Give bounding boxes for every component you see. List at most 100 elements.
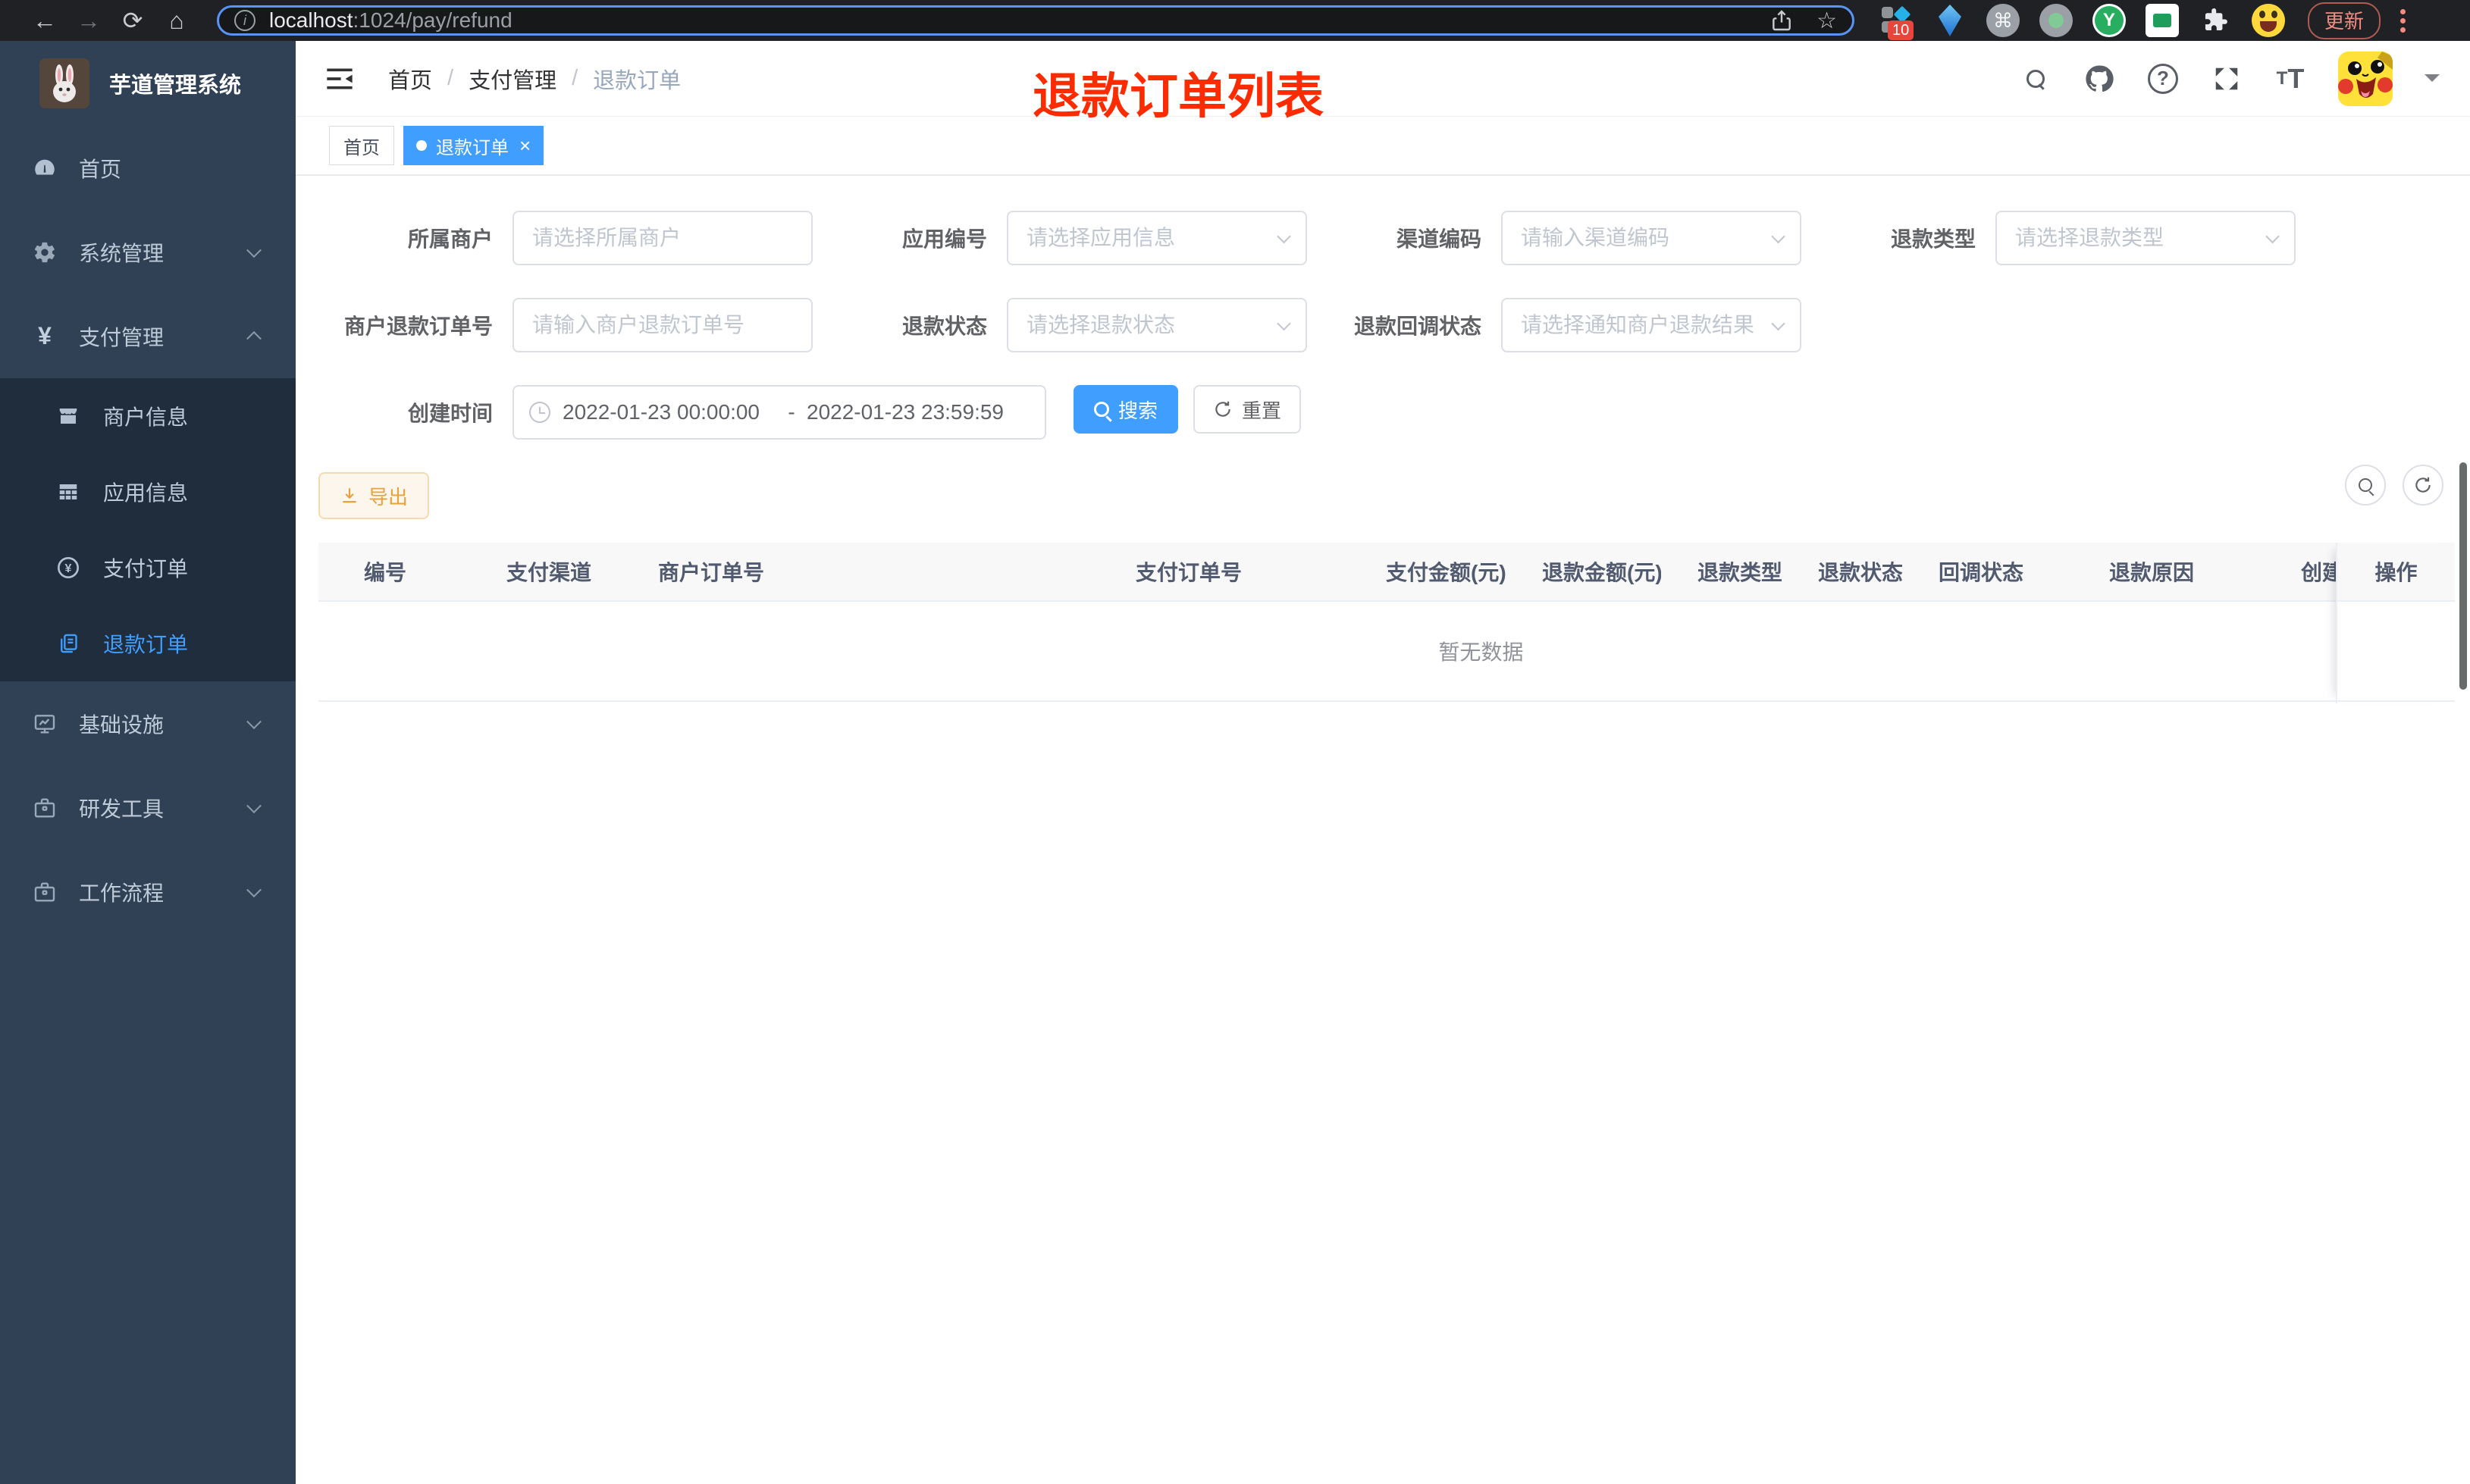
extension-pinned-icon[interactable]: 10 [1880, 4, 1914, 40]
sidebar-item-label: 首页 [79, 157, 122, 181]
col-header-refund-amount: 退款金额(元) [1542, 561, 1661, 584]
active-dot-icon [416, 140, 427, 151]
col-header-pay-order-no: 支付订单号 [1136, 561, 1243, 584]
browser-chrome: ← → ⟳ ⌂ i localhost:1024/pay/refund ☆ 10… [0, 0, 2470, 41]
extension-chat-icon[interactable] [2146, 4, 2179, 37]
filter-label-refund-type: 退款类型 [1890, 227, 1976, 251]
search-icon [1094, 402, 1109, 417]
tab-label: 退款订单 [436, 137, 509, 158]
filter-label-refund-status: 退款状态 [901, 315, 987, 338]
col-header-refund-reason: 退款原因 [2109, 561, 2195, 584]
extension-recorder-icon[interactable] [2039, 4, 2073, 37]
browser-forward-button[interactable]: → [67, 7, 111, 35]
refund-status-select [1007, 298, 1307, 352]
bookmark-star-icon[interactable]: ☆ [1816, 8, 1837, 34]
filter-label-channel: 渠道编码 [1396, 227, 1481, 251]
sidebar-item-label: 研发工具 [79, 797, 165, 821]
app-logo-link[interactable]: 芋道管理系统 [0, 41, 296, 126]
merchant-refund-no-field[interactable] [514, 299, 811, 351]
sidebar-item-label: 商户信息 [103, 405, 189, 429]
sidebar-item-pay[interactable]: ¥ 支付管理 [0, 294, 296, 378]
sidebar-item-dev-tools[interactable]: 研发工具 [0, 765, 296, 850]
sidebar-item-app-info[interactable]: 应用信息 [0, 454, 296, 530]
sidebar: 芋道管理系统 首页 系统管理 ¥ 支付管理 商户信息 应用信息 ¥ 支付订单 退… [0, 41, 296, 1484]
briefcase-icon [32, 879, 58, 905]
sidebar-item-merchant-info[interactable]: 商户信息 [0, 378, 296, 454]
app-title: 芋道管理系统 [109, 74, 242, 98]
merchant-refund-no-input [512, 298, 813, 352]
sidebar-item-system[interactable]: 系统管理 [0, 210, 296, 294]
address-bar[interactable]: i localhost:1024/pay/refund ☆ [217, 5, 1854, 36]
page-scrollbar[interactable] [2459, 462, 2467, 690]
date-separator: - [788, 400, 795, 424]
font-size-icon[interactable]: TT [2274, 63, 2306, 95]
empty-text: 暂无数据 [1438, 640, 1524, 664]
app-select [1007, 211, 1307, 265]
col-header-notify-status: 回调状态 [1939, 561, 2024, 584]
document-icon [56, 631, 80, 656]
sidebar-item-pay-order[interactable]: ¥ 支付订单 [0, 530, 296, 606]
site-info-icon[interactable]: i [234, 10, 255, 31]
tab-refund-order[interactable]: 退款订单 × [403, 126, 544, 165]
tab-home[interactable]: 首页 [329, 126, 394, 165]
sidebar-item-refund-order[interactable]: 退款订单 [0, 606, 296, 681]
sidebar-item-workflow[interactable]: 工作流程 [0, 850, 296, 934]
col-header-refund-status: 退款状态 [1818, 561, 1902, 584]
table-scroll-area[interactable]: 编号 支付渠道 商户订单号 支付订单号 支付金额(元) 退款金额(元) 退款类型… [318, 543, 2336, 702]
refresh-table-button[interactable] [2403, 465, 2443, 506]
app-select-field[interactable] [1008, 212, 1306, 264]
refund-type-select [1995, 211, 2296, 265]
close-icon[interactable]: × [519, 136, 531, 155]
notify-status-select-field[interactable] [1503, 299, 1800, 351]
fullscreen-icon[interactable] [2211, 63, 2243, 95]
show-search-button[interactable] [2345, 465, 2386, 506]
merchant-input-field[interactable] [514, 212, 811, 264]
avatar[interactable] [2338, 51, 2393, 106]
extension-y-icon[interactable]: Y [2092, 4, 2126, 37]
sidebar-item-label: 支付管理 [79, 325, 165, 349]
extension-kite-icon[interactable] [1939, 5, 1961, 36]
merchant-input [512, 211, 813, 265]
reset-button[interactable]: 重置 [1193, 385, 1302, 434]
table-tools [2345, 465, 2443, 506]
browser-menu-icon[interactable] [2400, 8, 2406, 33]
github-icon[interactable] [2083, 63, 2115, 95]
col-header-id: 编号 [364, 561, 407, 584]
url-text: localhost:1024/pay/refund [269, 8, 512, 33]
avatar-caret-icon[interactable] [2425, 74, 2440, 89]
col-header-action: 操作 [2337, 543, 2455, 602]
create-time-range-picker[interactable]: 2022-01-23 00:00:00 - 2022-01-23 23:59:5… [512, 385, 1046, 440]
export-button[interactable]: 导出 [318, 472, 430, 519]
tab-label: 首页 [343, 137, 380, 158]
chevron-down-icon [246, 713, 262, 729]
shop-icon [56, 404, 80, 428]
breadcrumb-home[interactable]: 首页 [388, 63, 432, 95]
header-search-icon[interactable] [2020, 63, 2052, 95]
page-content: 所属商户 应用编号 渠道编码 [296, 176, 2470, 1484]
sidebar-item-infra[interactable]: 基础设施 [0, 681, 296, 765]
help-icon[interactable]: ? [2147, 63, 2179, 95]
refund-status-select-field[interactable] [1008, 299, 1306, 351]
col-header-channel: 支付渠道 [506, 561, 592, 584]
browser-reload-button[interactable]: ⟳ [111, 6, 155, 35]
search-button[interactable]: 搜索 [1074, 385, 1179, 434]
extension-emoji-icon[interactable] [2252, 4, 2285, 37]
breadcrumb-current: 退款订单 [593, 68, 682, 93]
chevron-up-icon [246, 330, 262, 346]
share-icon[interactable] [1769, 8, 1794, 33]
breadcrumb-pay[interactable]: 支付管理 [469, 63, 556, 95]
browser-update-button[interactable]: 更新 [2308, 2, 2381, 39]
browser-back-button[interactable]: ← [23, 7, 67, 35]
filter-label-notify-status: 退款回调状态 [1353, 315, 1481, 338]
refund-type-select-field[interactable] [1997, 212, 2294, 264]
empty-row: 暂无数据 [318, 602, 2336, 702]
extension-command-icon[interactable]: ⌘ [1986, 4, 2020, 37]
channel-select-field[interactable] [1503, 212, 1800, 264]
sidebar-collapse-icon[interactable] [324, 66, 355, 92]
col-header-refund-type: 退款类型 [1697, 561, 1782, 584]
sidebar-item-label: 退款订单 [103, 633, 189, 656]
fixed-action-column: 操作 [2336, 543, 2455, 703]
extensions-puzzle-icon[interactable] [2199, 4, 2232, 37]
sidebar-item-home[interactable]: 首页 [0, 126, 296, 210]
browser-home-button[interactable]: ⌂ [155, 7, 199, 35]
